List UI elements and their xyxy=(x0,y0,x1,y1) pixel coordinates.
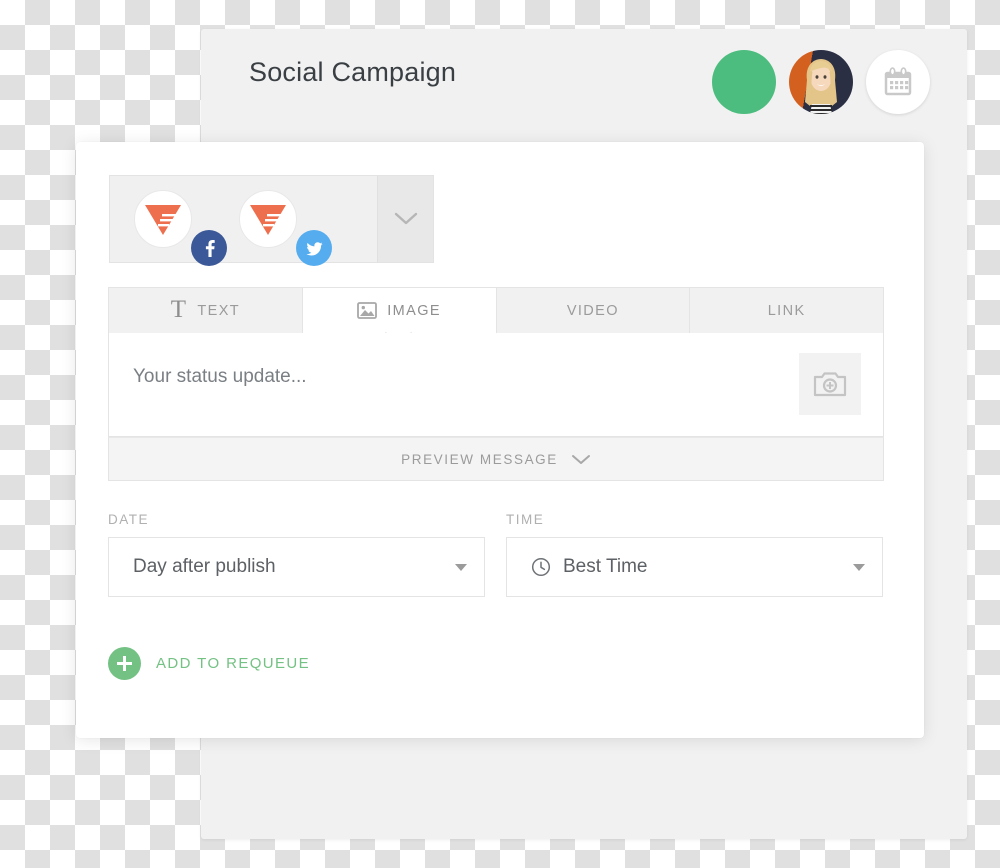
avatar-portrait-icon xyxy=(805,59,837,114)
account-chip-facebook[interactable] xyxy=(110,176,227,266)
camera-add-icon xyxy=(813,372,847,397)
twitter-icon xyxy=(305,241,323,255)
account-chip-twitter[interactable] xyxy=(215,176,332,266)
time-label: TIME xyxy=(506,512,545,527)
account-expand-button[interactable] xyxy=(377,176,433,262)
clock-icon xyxy=(531,557,551,577)
brand-logo-icon xyxy=(144,205,181,235)
status-indicator[interactable] xyxy=(712,50,776,114)
twitter-badge xyxy=(296,230,332,266)
chevron-down-icon xyxy=(394,212,417,225)
chevron-down-icon xyxy=(571,454,590,464)
calendar-button[interactable] xyxy=(866,50,930,114)
calendar-icon xyxy=(884,67,912,96)
tab-text[interactable]: T TEXT xyxy=(109,288,303,333)
brand-avatar xyxy=(133,190,192,248)
composer-card: T TEXT IMAGE VIDEO LINK Your status upda… xyxy=(76,142,924,738)
tab-video[interactable]: VIDEO xyxy=(496,288,691,333)
campaign-header: Social Campaign xyxy=(201,29,967,137)
date-value: Day after publish xyxy=(133,556,276,577)
tab-label: IMAGE xyxy=(387,302,441,319)
status-update-area[interactable]: Your status update... xyxy=(108,333,884,437)
tab-label: TEXT xyxy=(197,302,241,319)
picture-icon xyxy=(357,302,378,319)
caret-down-icon xyxy=(455,563,467,571)
date-field-group: DATE Day after publish xyxy=(108,512,485,597)
tab-label: VIDEO xyxy=(566,302,619,319)
brand-avatar xyxy=(238,190,297,248)
tab-image[interactable]: IMAGE xyxy=(302,288,497,333)
page-title: Social Campaign xyxy=(249,57,457,87)
plus-circle-icon xyxy=(108,647,141,680)
date-select[interactable]: Day after publish xyxy=(108,537,485,597)
preview-message-label: PREVIEW MESSAGE xyxy=(401,451,558,467)
account-selector xyxy=(109,175,434,266)
header-actions xyxy=(712,50,930,114)
time-select[interactable]: Best Time xyxy=(506,537,883,597)
time-value-wrap: Best Time xyxy=(531,556,853,578)
time-field-group: TIME Best Time xyxy=(506,512,883,597)
status-input-placeholder[interactable]: Your status update... xyxy=(133,366,307,388)
media-type-tabs: T TEXT IMAGE VIDEO LINK xyxy=(108,287,884,334)
time-value: Best Time xyxy=(563,556,648,577)
preview-message-toggle[interactable]: PREVIEW MESSAGE xyxy=(108,437,884,481)
caret-down-icon xyxy=(853,563,865,571)
tab-link[interactable]: LINK xyxy=(690,288,883,333)
brand-logo-icon xyxy=(249,205,286,235)
add-to-requeue-button[interactable]: ADD TO REQUEUE xyxy=(108,647,310,680)
text-t-icon: T xyxy=(170,296,188,323)
avatar[interactable] xyxy=(789,50,853,114)
add-image-button[interactable] xyxy=(799,353,861,415)
tab-label: LINK xyxy=(767,302,806,319)
add-to-requeue-label: ADD TO REQUEUE xyxy=(156,655,311,672)
date-label: DATE xyxy=(108,512,150,527)
